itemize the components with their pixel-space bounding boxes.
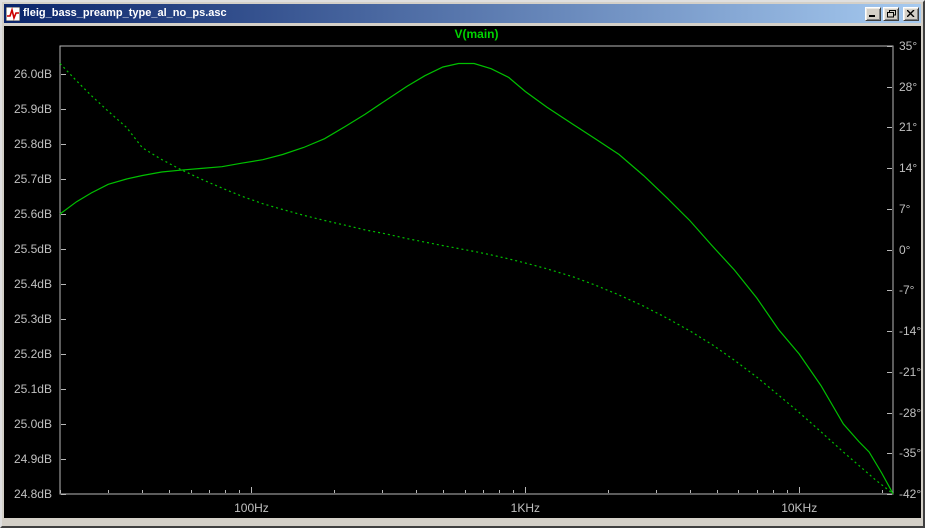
y-axis-left-tick-label: 26.0dB [13,67,52,81]
minimize-icon [869,15,875,17]
y-axis-right-tick-label: 28° [899,79,918,94]
window-title: fleig_bass_preamp_type_al_no_ps.asc [23,7,227,19]
restore-icon [886,9,896,17]
y-axis-left-tick-label: 25.5dB [13,242,52,256]
titlebar[interactable]: fleig_bass_preamp_type_al_no_ps.asc [4,4,921,23]
y-axis-right-tick-label: 35° [899,39,918,53]
y-axis-left-tick-label: 25.6dB [13,207,52,221]
y-axis-left-tick-label: 25.8dB [13,137,52,151]
y-axis-left-tick-label: 25.0dB [13,417,52,431]
y-axis-left-tick-label: 25.9dB [13,102,52,116]
app-icon [6,6,20,21]
y-axis-left-tick-label: 24.8dB [13,487,52,501]
close-icon [907,10,915,17]
y-axis-right-tick-label: 14° [899,161,918,176]
y-axis-right-tick-label: -14° [899,324,921,339]
y-axis-left-tick-label: 25.4dB [13,277,52,291]
x-axis-tick-label: 1KHz [510,501,540,515]
trace-label[interactable]: V(main) [60,27,893,41]
window-controls [865,6,919,21]
y-axis-right-tick-label: 7° [899,201,911,216]
y-axis-right-tick-label: -28° [899,405,921,420]
close-button[interactable] [903,6,919,21]
x-axis-tick-label: 10KHz [781,501,818,515]
y-axis-left-tick-label: 25.2dB [13,347,52,361]
axis-labels: 26.0dB 25.9dB 25.8dB 25.7dB 25.6dB 25.5dB 25.4… [4,26,921,518]
minimize-button[interactable] [865,6,881,21]
restore-button[interactable] [883,6,899,21]
y-axis-right-tick-label: 21° [899,120,918,135]
waveform-pane[interactable]: V(main) 26.0dB 25.9dB 25.8dB 25.7dB 25.6dB 25… [4,26,921,518]
y-axis-left-tick-label: 25.3dB [13,312,52,326]
x-axis-tick-label: 100Hz [234,501,269,515]
y-axis-right-tick-label: 0° [899,242,911,257]
y-axis-right-tick-label: -42° [899,487,921,501]
ltspice-window: fleig_bass_preamp_type_al_no_ps.asc V(ma… [0,0,925,528]
y-axis-right-tick-label: -7° [899,283,915,298]
y-axis-right-tick-label: -35° [899,446,921,461]
y-axis-left-tick-label: 24.9dB [13,452,52,466]
y-axis-left-tick-label: 25.7dB [13,172,52,186]
y-axis-right-tick-label: -21° [899,364,921,379]
y-axis-left-tick-label: 25.1dB [13,382,52,396]
